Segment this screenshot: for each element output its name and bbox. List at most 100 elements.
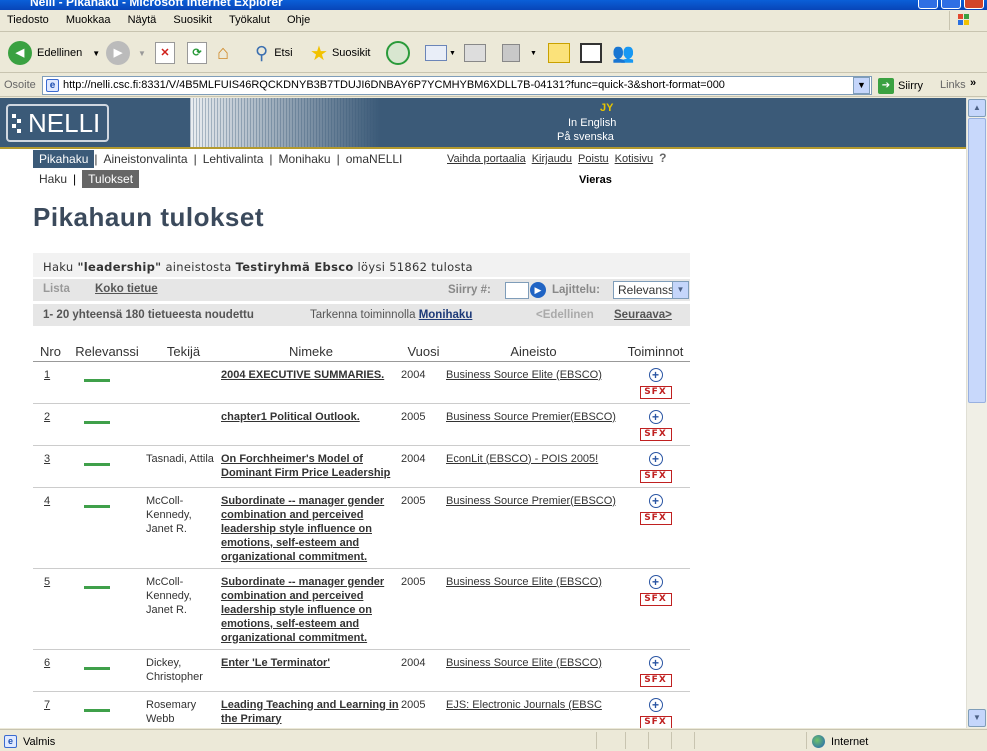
mail-dropdown-icon[interactable]: ▼ xyxy=(449,50,456,57)
title-link[interactable]: Subordinate -- manager gender combinatio… xyxy=(221,576,384,644)
source-link[interactable]: Business Source Elite (EBSCO) xyxy=(446,576,602,588)
title-link[interactable]: chapter1 Political Outlook. xyxy=(221,411,360,423)
scroll-down-icon[interactable]: ▼ xyxy=(968,709,986,727)
col-author[interactable]: Tekijä xyxy=(146,343,221,362)
note-button[interactable] xyxy=(548,39,570,67)
source-link[interactable]: EJS: Electronic Journals (EBSC xyxy=(446,699,602,711)
maximize-button[interactable] xyxy=(941,0,961,9)
favorites-button[interactable]: ★ Suosikit xyxy=(310,39,370,67)
minimize-button[interactable] xyxy=(918,0,938,9)
title-link[interactable]: 2004 EXECUTIVE SUMMARIES. xyxy=(221,369,384,381)
tab-aineistonvalinta[interactable]: Aineistonvalinta xyxy=(98,150,194,168)
address-dropdown-icon[interactable]: ▼ xyxy=(853,77,870,94)
close-button[interactable] xyxy=(964,0,984,9)
scroll-up-icon[interactable]: ▲ xyxy=(968,99,986,117)
row-number-cell: 4 xyxy=(33,487,68,569)
full-record-link[interactable]: Koko tietue xyxy=(95,283,158,295)
research-button[interactable] xyxy=(580,39,602,67)
tab-omanelli[interactable]: omaNELLI xyxy=(340,150,409,168)
col-title[interactable]: Nimeke xyxy=(221,343,401,362)
home-link[interactable]: Kotisivu xyxy=(615,153,654,165)
print-button[interactable] xyxy=(464,39,486,67)
scroll-thumb[interactable] xyxy=(968,118,986,403)
add-record-icon[interactable]: + xyxy=(648,493,663,508)
col-source[interactable]: Aineisto xyxy=(446,343,621,362)
chevron-right-icon[interactable]: » xyxy=(970,77,976,89)
source-link[interactable]: Business Source Elite (EBSCO) xyxy=(446,657,602,669)
add-record-icon[interactable]: + xyxy=(648,409,663,424)
forward-dropdown-icon[interactable]: ▼ xyxy=(138,49,146,58)
list-view-link[interactable]: Lista xyxy=(43,283,70,295)
source-link[interactable]: Business Source Premier(EBSCO) xyxy=(446,411,616,423)
links-button[interactable]: Links xyxy=(940,79,966,91)
menu-favorites[interactable]: Suosikit xyxy=(166,14,219,26)
back-button[interactable]: ◀ Edellinen ▼ xyxy=(8,39,100,67)
subtab-haku[interactable]: Haku xyxy=(33,170,73,188)
title-link[interactable]: Leading Teaching and Learning in the Pri… xyxy=(221,699,399,725)
menu-file[interactable]: Tiedosto xyxy=(0,14,56,26)
add-record-icon[interactable]: + xyxy=(648,574,663,589)
add-record-icon[interactable]: + xyxy=(648,697,663,712)
address-input[interactable]: e http://nelli.csc.fi:8331/V/4B5MLFUIS46… xyxy=(42,76,872,95)
sfx-icon[interactable]: SFX xyxy=(639,715,672,728)
refresh-button[interactable]: ⟳ xyxy=(187,39,207,67)
title-link[interactable]: On Forchheimer's Model of Dominant Firm … xyxy=(221,453,390,479)
next-link[interactable]: Seuraava> xyxy=(614,309,672,321)
english-link[interactable]: In English xyxy=(568,117,616,129)
sfx-icon[interactable]: SFX xyxy=(639,511,672,525)
tab-pikahaku[interactable]: Pikahaku xyxy=(33,150,95,168)
row-number-link[interactable]: 5 xyxy=(44,576,50,588)
jump-input[interactable] xyxy=(505,282,529,299)
add-record-icon[interactable]: + xyxy=(648,367,663,382)
sfx-icon[interactable]: SFX xyxy=(639,469,672,483)
row-number-link[interactable]: 1 xyxy=(44,369,50,381)
nelli-logo[interactable]: NELLI xyxy=(6,104,109,142)
row-number-link[interactable]: 7 xyxy=(44,699,50,711)
messenger-button[interactable]: 👥 xyxy=(612,39,634,67)
menu-view[interactable]: Näytä xyxy=(121,14,164,26)
change-portal-link[interactable]: Vaihda portaalia xyxy=(447,153,526,165)
menu-help[interactable]: Ohje xyxy=(280,14,317,26)
edit-button[interactable]: ▼ xyxy=(502,39,537,67)
jump-go-icon[interactable]: ▶ xyxy=(530,282,546,298)
login-link[interactable]: Kirjaudu xyxy=(532,153,572,165)
col-year[interactable]: Vuosi xyxy=(401,343,446,362)
menu-tools[interactable]: Työkalut xyxy=(222,14,277,26)
stop-button[interactable]: ✕ xyxy=(155,39,175,67)
source-link[interactable]: Business Source Premier(EBSCO) xyxy=(446,495,616,507)
tab-monihaku[interactable]: Monihaku xyxy=(273,150,337,168)
mail-button[interactable]: ▼ xyxy=(425,39,456,67)
source-link[interactable]: Business Source Elite (EBSCO) xyxy=(446,369,602,381)
sfx-icon[interactable]: SFX xyxy=(639,427,672,441)
forward-button[interactable]: ▶ ▼ xyxy=(106,39,146,67)
col-nro[interactable]: Nro xyxy=(33,343,68,362)
title-link[interactable]: Subordinate -- manager gender combinatio… xyxy=(221,495,384,563)
logout-link[interactable]: Poistu xyxy=(578,153,609,165)
title-link[interactable]: Enter 'Le Terminator' xyxy=(221,657,330,669)
col-relevance[interactable]: Relevanssi xyxy=(68,343,146,362)
back-dropdown-icon[interactable]: ▼ xyxy=(92,49,100,58)
row-number-link[interactable]: 2 xyxy=(44,411,50,423)
menu-edit[interactable]: Muokkaa xyxy=(59,14,118,26)
history-button[interactable] xyxy=(386,39,410,67)
row-number-link[interactable]: 6 xyxy=(44,657,50,669)
add-record-icon[interactable]: + xyxy=(648,451,663,466)
sfx-icon[interactable]: SFX xyxy=(639,385,672,399)
go-button[interactable]: ➔ Siirry xyxy=(878,78,923,94)
vertical-scrollbar[interactable]: ▲ ▼ xyxy=(966,98,987,728)
help-icon[interactable]: ? xyxy=(659,152,669,165)
sfx-icon[interactable]: SFX xyxy=(639,592,672,606)
row-number-link[interactable]: 4 xyxy=(44,495,50,507)
tab-lehtivalinta[interactable]: Lehtivalinta xyxy=(197,150,270,168)
sort-select[interactable]: Relevanssi ▼ xyxy=(613,281,689,299)
add-record-icon[interactable]: + xyxy=(648,655,663,670)
edit-dropdown-icon[interactable]: ▼ xyxy=(530,50,537,57)
home-button[interactable]: ⌂ xyxy=(217,39,229,67)
sfx-icon[interactable]: SFX xyxy=(639,673,672,687)
source-link[interactable]: EconLit (EBSCO) - POIS 2005! xyxy=(446,453,598,465)
search-button[interactable]: ⚲ Etsi xyxy=(255,39,293,67)
subtab-tulokset[interactable]: Tulokset xyxy=(82,170,140,188)
row-number-link[interactable]: 3 xyxy=(44,453,50,465)
swedish-link[interactable]: På svenska xyxy=(557,131,614,143)
refine-monihaku-link[interactable]: Monihaku xyxy=(419,309,473,321)
